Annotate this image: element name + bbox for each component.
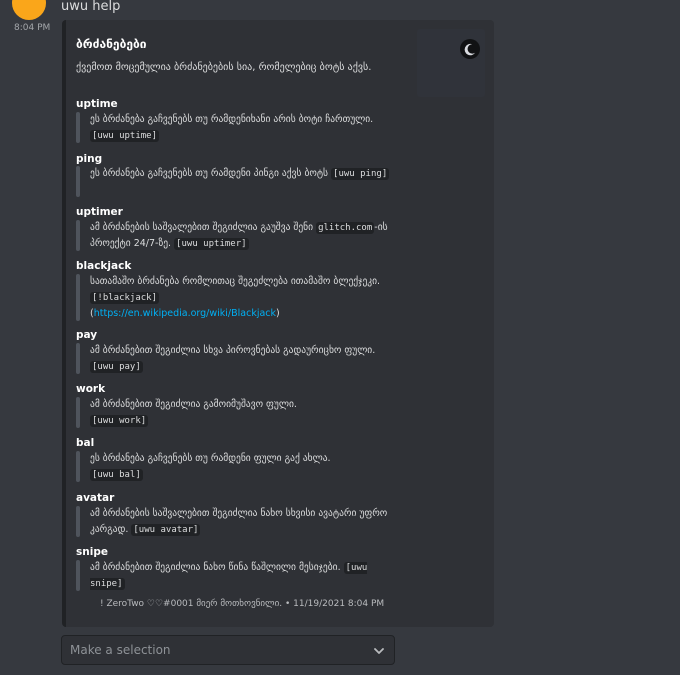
field-text: ამ ბრძანებით შეგიძლია ნახო წინა წაშლილი … xyxy=(90,562,344,573)
field-value-bal: ეს ბრძანება გაჩვენებს თუ რამდენი ფული გა… xyxy=(90,451,390,483)
message-text: uwu help xyxy=(61,0,121,14)
field-name-uptimer: uptimer xyxy=(76,206,123,218)
selection-dropdown[interactable]: Make a selection xyxy=(61,635,395,665)
field-quote-bar xyxy=(76,220,80,251)
field-name-snipe: snipe xyxy=(76,546,108,558)
field-name-work: work xyxy=(76,383,106,395)
field-value-uptimer: ამ ბრძანების საშვალებით შეგიძლია გაუშვა … xyxy=(90,220,390,252)
discord-channel: uwu help 8:04 PM ბრძანებები ქვემოთ მოცემ… xyxy=(0,0,680,675)
field-text: ეს ბრძანება გაჩვენებს თუ რამდენიხანი არი… xyxy=(90,114,374,125)
help-embed: ბრძანებები ქვემოთ მოცემულია ბრძანებების … xyxy=(62,20,494,627)
chevron-down-icon xyxy=(374,648,384,654)
command-code: [uwu avatar] xyxy=(131,524,201,536)
message-timestamp: 8:04 PM xyxy=(14,23,51,33)
field-text: ამ ბრძანებით შეგიძლია სხვა პიროვნებას გა… xyxy=(90,345,376,356)
embed-description: ქვემოთ მოცემულია ბრძანებების სია, რომელე… xyxy=(76,62,372,73)
command-code: [uwu pay] xyxy=(90,361,143,373)
field-quote-bar xyxy=(76,560,80,591)
field-text: ამ ბრძანების საშვალებით შეგიძლია გაუშვა … xyxy=(90,222,317,233)
command-code: [!blackjack] xyxy=(90,292,160,304)
field-name-bal: bal xyxy=(76,437,95,449)
field-quote-bar xyxy=(76,343,80,374)
embed-footer: ! ZeroTwo ♡♡#0001 მიერ მოთხოვნილი. • 11/… xyxy=(100,599,385,609)
field-value-work: ამ ბრძანებით შეგიძლია გამოიმუშავო ფული. … xyxy=(90,397,390,429)
field-text: ამ ბრძანებით შეგიძლია გამოიმუშავო ფული. xyxy=(90,399,297,410)
field-name-pay: pay xyxy=(76,329,98,341)
moon-icon xyxy=(460,39,480,59)
field-quote-bar xyxy=(76,506,80,537)
field-quote-bar xyxy=(76,274,80,321)
field-quote-bar xyxy=(76,451,80,482)
field-value-snipe: ამ ბრძანებით შეგიძლია ნახო წინა წაშლილი … xyxy=(90,560,390,592)
dropdown-placeholder: Make a selection xyxy=(70,643,171,657)
field-text: სათამაშო ბრძანება რომლითაც შეგეძლება ითა… xyxy=(90,276,381,287)
field-quote-bar xyxy=(76,397,80,428)
field-text: ეს ბრძანება გაჩვენებს თუ რამდენი ფული გა… xyxy=(90,453,331,464)
field-text: ეს ბრძანება გაჩვენებს თუ რამდენი პინგი ა… xyxy=(90,168,332,179)
field-quote-bar xyxy=(76,166,80,197)
command-code: [uwu uptime] xyxy=(90,130,160,142)
inline-code: glitch.com xyxy=(316,222,375,234)
field-value-avatar: ამ ბრძანების საშვალებით შეგიძლია ნახო სხ… xyxy=(90,506,390,538)
field-value-blackjack: სათამაშო ბრძანება რომლითაც შეგეძლება ითა… xyxy=(90,274,390,322)
avatar[interactable] xyxy=(12,0,46,20)
field-value-pay: ამ ბრძანებით შეგიძლია სხვა პიროვნებას გა… xyxy=(90,343,390,375)
blackjack-link[interactable]: https://en.wikipedia.org/wiki/Blackjack xyxy=(94,308,276,319)
field-name-avatar: avatar xyxy=(76,492,115,504)
field-name-uptime: uptime xyxy=(76,98,118,110)
field-name-ping: ping xyxy=(76,153,103,165)
field-name-blackjack: blackjack xyxy=(76,260,132,272)
command-code: [uwu work] xyxy=(90,415,149,427)
previous-message: uwu help xyxy=(0,0,680,20)
embed-title: ბრძანებები xyxy=(76,37,147,51)
command-code: [uwu ping] xyxy=(331,168,390,180)
field-value-uptime: ეს ბრძანება გაჩვენებს თუ რამდენიხანი არი… xyxy=(90,112,390,144)
command-code: [uwu bal] xyxy=(90,469,143,481)
command-code: [uwu uptimer] xyxy=(174,238,249,250)
field-quote-bar xyxy=(76,112,80,143)
field-value-ping: ეს ბრძანება გაჩვენებს თუ რამდენი პინგი ა… xyxy=(90,166,390,182)
link-close-paren: ) xyxy=(276,308,280,319)
